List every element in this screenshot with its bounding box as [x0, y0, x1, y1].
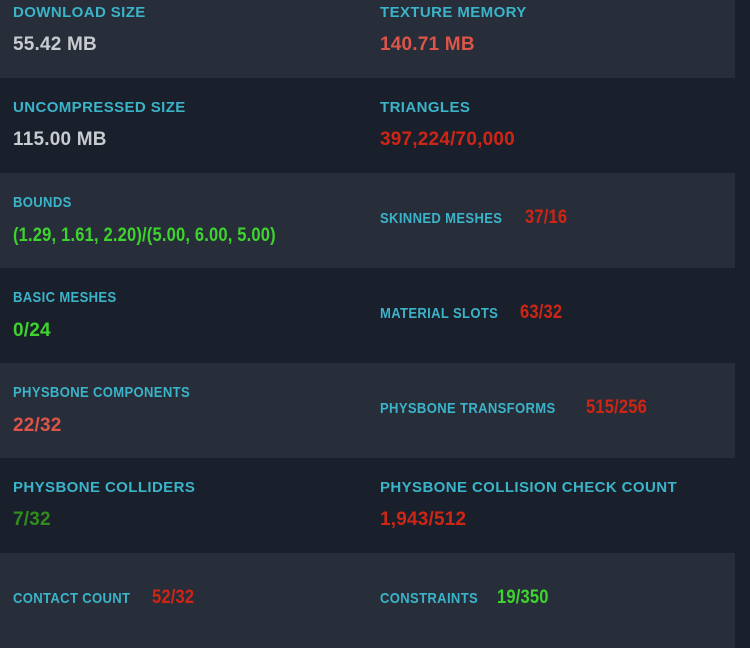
stat-label: BOUNDS — [13, 194, 72, 211]
stat-value: 37/16 — [525, 207, 568, 228]
stat-cell: TEXTURE MEMORY 140.71 MB — [380, 0, 735, 78]
stat-value: 63/32 — [520, 302, 563, 323]
stat-label: BASIC MESHES — [13, 289, 117, 306]
avatar-stats-panel: DOWNLOAD SIZE 55.42 MB TEXTURE MEMORY 14… — [0, 0, 750, 648]
stat-row: PHYSBONE COMPONENTS 22/32 PHYSBONE TRANS… — [0, 363, 735, 458]
stat-value: 0/24 — [13, 320, 51, 341]
stat-row: DOWNLOAD SIZE 55.42 MB TEXTURE MEMORY 14… — [0, 0, 735, 78]
stat-label: MATERIAL SLOTS — [380, 305, 499, 322]
stat-cell: SKINNED MESHES 37/16 — [380, 173, 735, 268]
stat-label: TEXTURE MEMORY — [380, 4, 527, 21]
stat-value: 115.00 MB — [13, 129, 107, 150]
stat-row: BASIC MESHES 0/24 MATERIAL SLOTS 63/32 — [0, 268, 735, 363]
stat-cell: PHYSBONE COMPONENTS 22/32 — [0, 363, 380, 458]
stat-row: UNCOMPRESSED SIZE 115.00 MB TRIANGLES 39… — [0, 78, 735, 173]
stat-cell: CONSTRAINTS 19/350 — [380, 553, 735, 648]
stat-row: PHYSBONE COLLIDERS 7/32 PHYSBONE COLLISI… — [0, 458, 735, 553]
stat-cell: PHYSBONE COLLIDERS 7/32 — [0, 458, 380, 553]
stat-value: 515/256 — [586, 397, 648, 418]
stat-label: PHYSBONE COLLIDERS — [13, 479, 196, 496]
stat-value: 19/350 — [497, 587, 549, 608]
stat-row: CONTACT COUNT 52/32 CONSTRAINTS 19/350 — [0, 553, 735, 648]
stat-label: DOWNLOAD SIZE — [13, 4, 146, 21]
stat-cell: DOWNLOAD SIZE 55.42 MB — [0, 0, 380, 78]
stat-cell: BASIC MESHES 0/24 — [0, 268, 380, 363]
stat-cell: MATERIAL SLOTS 63/32 — [380, 268, 735, 363]
stat-value: 140.71 MB — [380, 34, 475, 55]
stat-cell: CONTACT COUNT 52/32 — [0, 553, 380, 648]
stat-label: UNCOMPRESSED SIZE — [13, 99, 186, 116]
stat-value: 7/32 — [13, 509, 51, 530]
stat-value: 397,224/70,000 — [380, 129, 515, 150]
stat-cell: BOUNDS (1.29, 1.61, 2.20)/(5.00, 6.00, 5… — [0, 173, 380, 268]
stat-label: CONTACT COUNT — [13, 590, 131, 607]
stat-label: SKINNED MESHES — [380, 210, 503, 227]
stat-cell: PHYSBONE TRANSFORMS 515/256 — [380, 363, 735, 458]
stat-value: (1.29, 1.61, 2.20)/(5.00, 6.00, 5.00) — [13, 225, 276, 246]
stat-label: PHYSBONE COMPONENTS — [13, 384, 191, 401]
stat-row: BOUNDS (1.29, 1.61, 2.20)/(5.00, 6.00, 5… — [0, 173, 735, 268]
stat-label: PHYSBONE TRANSFORMS — [380, 400, 556, 417]
stat-cell: PHYSBONE COLLISION CHECK COUNT 1,943/512 — [380, 458, 735, 553]
stat-label: PHYSBONE COLLISION CHECK COUNT — [380, 479, 678, 496]
stat-cell: UNCOMPRESSED SIZE 115.00 MB — [0, 78, 380, 173]
stat-value: 22/32 — [13, 415, 62, 436]
stat-cell: TRIANGLES 397,224/70,000 — [380, 78, 735, 173]
stat-value: 1,943/512 — [380, 509, 467, 530]
stat-label: CONSTRAINTS — [380, 590, 479, 607]
stat-label: TRIANGLES — [380, 99, 471, 116]
stat-value: 52/32 — [152, 587, 195, 608]
stat-value: 55.42 MB — [13, 34, 97, 55]
